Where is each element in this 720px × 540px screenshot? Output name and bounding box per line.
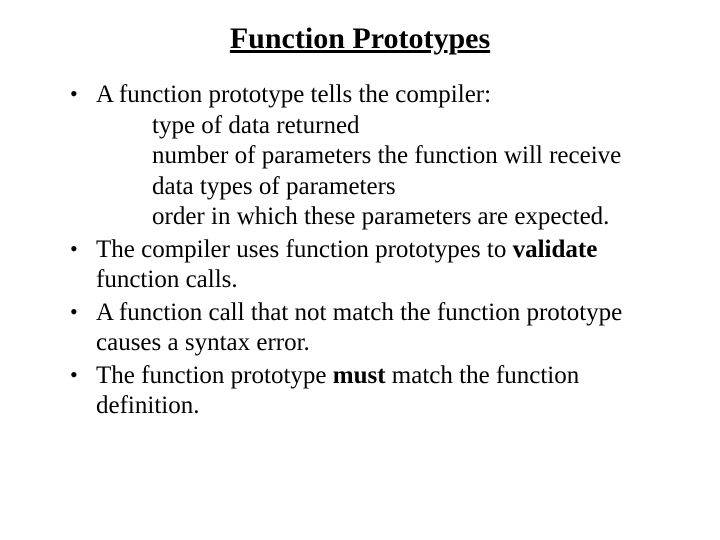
sub-item: data types of parameters — [96, 172, 662, 203]
bullet-item-1: A function prototype tells the compiler:… — [70, 80, 662, 233]
bullet-text-pre: The compiler uses function prototypes to — [96, 236, 513, 263]
bullet-text-bold: validate — [513, 236, 598, 263]
slide: Function Prototypes A function prototype… — [0, 0, 720, 540]
bullet-item-4: The function prototype must match the fu… — [70, 361, 662, 422]
sub-item: number of parameters the function will r… — [96, 141, 662, 172]
bullet-item-2: The compiler uses function prototypes to… — [70, 235, 662, 296]
bullet-text-post: function calls. — [96, 266, 238, 293]
bullet-text: A function call that not match the funct… — [96, 299, 622, 357]
bullet-item-3: A function call that not match the funct… — [70, 298, 662, 359]
bullet-text-bold: must — [333, 362, 386, 389]
sub-item: order in which these parameters are expe… — [96, 202, 662, 233]
bullet-text-pre: The function prototype — [96, 362, 333, 389]
slide-title: Function Prototypes — [40, 22, 680, 56]
sub-item: type of data returned — [96, 111, 662, 142]
bullet-list: A function prototype tells the compiler:… — [40, 80, 680, 422]
bullet-text: A function prototype tells the compiler: — [96, 81, 491, 108]
